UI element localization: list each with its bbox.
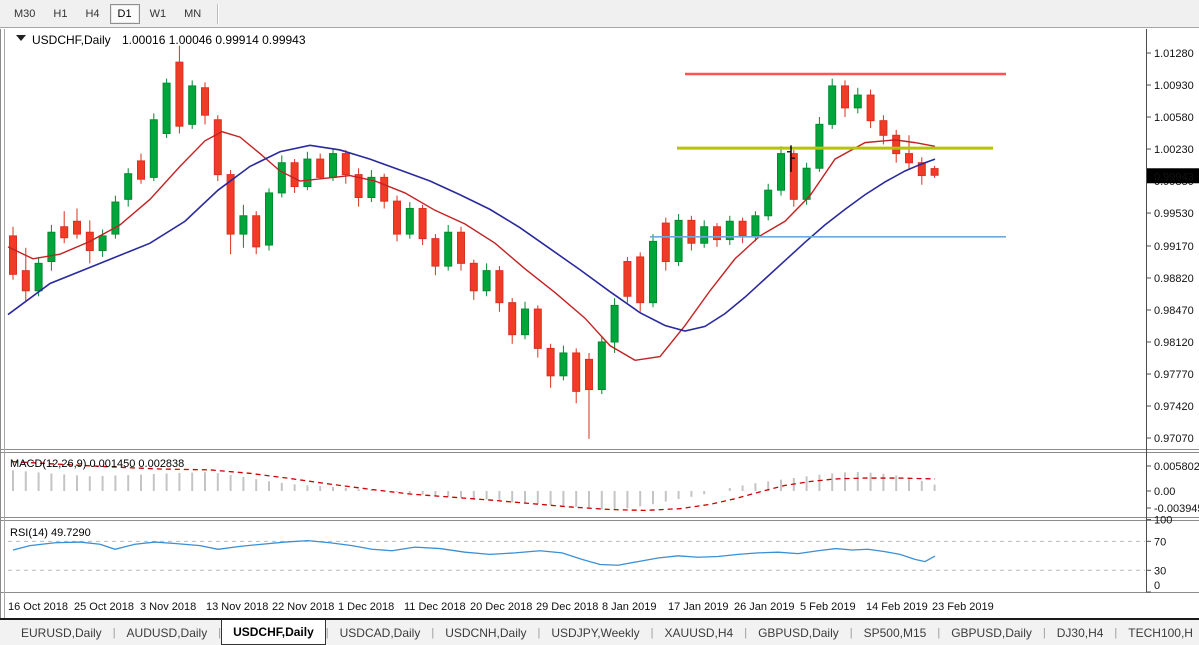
date-label: 29 Dec 2018 (536, 601, 598, 613)
timeframe-toolbar: M30H1H4D1W1MN (0, 0, 1199, 28)
chart-title-ohlc: 1.00016 1.00046 0.99914 0.99943 (122, 33, 306, 47)
chart-tab-dj30-h4[interactable]: DJ30,H4 (1046, 620, 1115, 645)
svg-text:0.97420: 0.97420 (1154, 401, 1194, 413)
chart-tab-gbpusd-daily[interactable]: GBPUSD,Daily (747, 620, 850, 645)
date-label: 23 Feb 2019 (932, 601, 994, 613)
chart-canvas[interactable]: 1.012801.009301.005801.002300.998800.995… (0, 29, 1199, 618)
chart-tab-usdchf-daily[interactable]: USDCHF,Daily (221, 620, 326, 645)
date-label: 22 Nov 2018 (272, 601, 334, 613)
svg-text:0.99530: 0.99530 (1154, 208, 1194, 220)
macd-label: MACD(12,26,9) 0.001450 0.002838 (10, 458, 184, 470)
date-label: 5 Feb 2019 (800, 601, 856, 613)
timeframe-button-m30[interactable]: M30 (6, 4, 43, 24)
svg-text:0.98120: 0.98120 (1154, 337, 1194, 349)
toolbar-separator (217, 4, 219, 24)
candle (163, 79, 170, 138)
candle (816, 117, 823, 172)
chart-tab-tech100-h[interactable]: TECH100,H (1117, 620, 1199, 645)
date-label: 13 Nov 2018 (206, 601, 268, 613)
candle (650, 234, 657, 307)
date-label: 16 Oct 2018 (8, 601, 68, 613)
candle (266, 188, 273, 250)
chart-tab-bar: EURUSD,Daily|AUDUSD,Daily|USDCHF,Daily|U… (0, 618, 1199, 645)
date-label: 20 Dec 2018 (470, 601, 532, 613)
svg-text:0.005802: 0.005802 (1154, 461, 1199, 473)
svg-text:70: 70 (1154, 536, 1166, 548)
candle (637, 252, 644, 311)
chart-tab-usdcnh-daily[interactable]: USDCNH,Daily (434, 620, 537, 645)
date-axis: 16 Oct 2018 25 Oct 2018 3 Nov 2018 13 Nov 2… (8, 601, 994, 613)
terminal-window: M30H1H4D1W1MN 1.01280 1.00930 1.00580 1.002… (0, 0, 1199, 645)
chart-tab-usdjpy-weekly[interactable]: USDJPY,Weekly (540, 620, 650, 645)
candle (189, 80, 196, 128)
candle (150, 113, 157, 181)
date-label: 14 Feb 2019 (866, 601, 928, 613)
date-label: 11 Dec 2018 (404, 601, 466, 613)
timeframe-button-w1[interactable]: W1 (142, 4, 175, 24)
svg-text:0.99170: 0.99170 (1154, 241, 1194, 253)
candle (214, 115, 221, 181)
candle (419, 205, 426, 245)
chart-tab-audusd-daily[interactable]: AUDUSD,Daily (116, 620, 219, 645)
rsi-label: RSI(14) 49.7290 (10, 527, 91, 539)
svg-text:30: 30 (1154, 565, 1166, 577)
current-price-badge-value: 0.99943 (1154, 171, 1194, 183)
date-label: 25 Oct 2018 (74, 601, 134, 613)
chart-tab-usdcad-daily[interactable]: USDCAD,Daily (329, 620, 432, 645)
svg-text:0.98820: 0.98820 (1154, 273, 1194, 285)
timeframe-button-h4[interactable]: H4 (77, 4, 107, 24)
chart-tab-eurusd-daily[interactable]: EURUSD,Daily (10, 620, 113, 645)
svg-text:0.98470: 0.98470 (1154, 305, 1194, 317)
candle (778, 146, 785, 195)
svg-text:100: 100 (1154, 515, 1172, 527)
svg-text:0.97770: 0.97770 (1154, 369, 1194, 381)
svg-text:1.00230: 1.00230 (1154, 144, 1194, 156)
timeframe-button-h1[interactable]: H1 (45, 4, 75, 24)
svg-text:1.00580: 1.00580 (1154, 112, 1194, 124)
date-label: 17 Jan 2019 (668, 601, 729, 613)
svg-text:0.00: 0.00 (1154, 486, 1175, 498)
svg-text:1.01280: 1.01280 (1154, 48, 1194, 60)
chart-tab-gbpusd-daily[interactable]: GBPUSD,Daily (940, 620, 1043, 645)
date-label: 3 Nov 2018 (140, 601, 196, 613)
svg-text:-0.003945: -0.003945 (1154, 503, 1199, 515)
date-label: 26 Jan 2019 (734, 601, 795, 613)
timeframe-button-d1[interactable]: D1 (110, 4, 140, 24)
rsi-plot-area[interactable] (8, 520, 1145, 592)
candle (112, 196, 119, 239)
timeframe-button-mn[interactable]: MN (176, 4, 209, 24)
candle (394, 196, 401, 242)
candle (598, 336, 605, 394)
candle (445, 225, 452, 271)
date-label: 8 Jan 2019 (602, 601, 656, 613)
svg-text:0.97070: 0.97070 (1154, 433, 1194, 445)
candle (829, 79, 836, 129)
chart-tab-xauusd-h4[interactable]: XAUUSD,H4 (654, 620, 745, 645)
svg-text:0: 0 (1154, 580, 1160, 592)
candle (675, 214, 682, 266)
chart-tab-sp500-m15[interactable]: SP500,M15 (853, 620, 938, 645)
svg-text:1.00930: 1.00930 (1154, 80, 1194, 92)
chart-title-symbol: USDCHF,Daily (32, 33, 111, 47)
date-label: 1 Dec 2018 (338, 601, 394, 613)
candle (624, 257, 631, 303)
